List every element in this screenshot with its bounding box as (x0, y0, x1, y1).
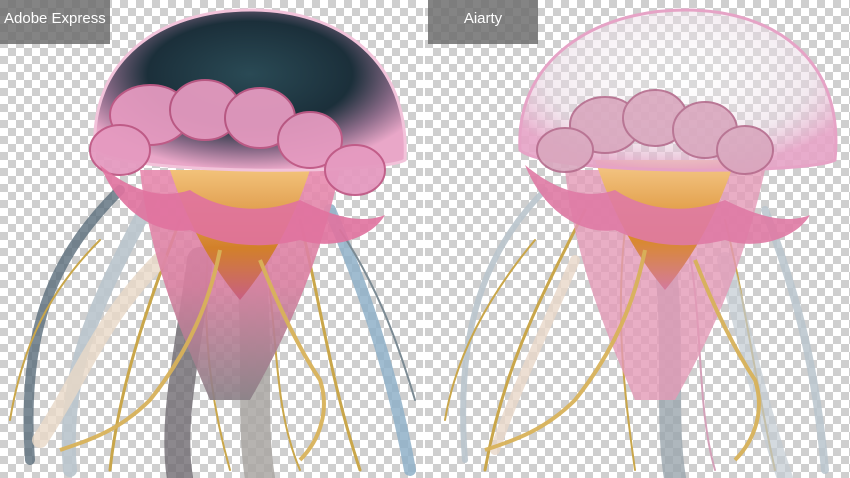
panel-label-aiarty: Aiarty (428, 0, 538, 44)
left-comparison-panel: Adobe Express (0, 0, 425, 478)
jellyfish-image-right (444, 8, 838, 478)
right-comparison-panel (425, 0, 850, 478)
panel-label-adobe-express: Adobe Express (0, 0, 110, 44)
comparison-canvas: Adobe Express Aiarty (0, 0, 850, 478)
jellyfish-image-left (9, 8, 416, 478)
